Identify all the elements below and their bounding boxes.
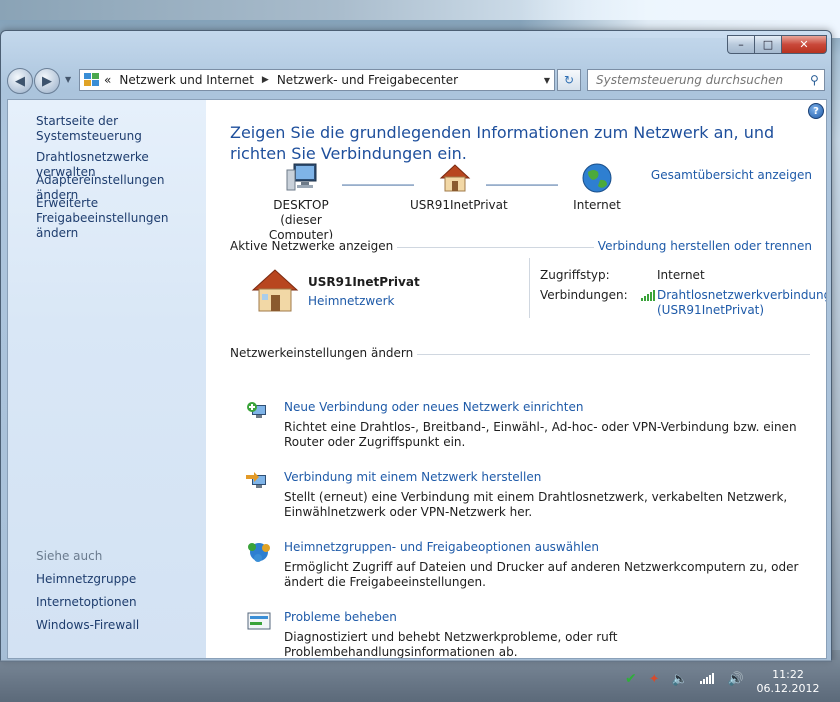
search-input[interactable] (594, 72, 808, 88)
back-arrow-icon: ◀ (15, 73, 25, 89)
recent-pages-dropdown-icon[interactable]: ▼ (65, 75, 71, 84)
sidebar-homegroup-link[interactable]: Heimnetzgruppe (36, 572, 136, 587)
active-networks-title: Aktive Netzwerke anzeigen (230, 239, 398, 253)
troubleshoot-link[interactable]: Probleme beheben (284, 610, 397, 624)
troubleshoot-desc: Diagnostiziert und behebt Netzwerkproble… (284, 630, 618, 659)
sidebar-advanced-sharing-link-line2[interactable]: Freigabeeinstellungen ändern (36, 211, 206, 241)
access-type-label: Zugriffstyp: (540, 268, 610, 282)
home-network-icon (251, 269, 299, 312)
control-panel-window: – □ ✕ ◀ ▶ ▼ « Netzwerk und Internet ▶ Ne… (0, 30, 832, 662)
map-link-line (486, 184, 558, 186)
map-internet-name: Internet (573, 198, 621, 212)
breadcrumb-chevron-icon[interactable]: ▶ (262, 75, 269, 85)
network-center-icon (84, 73, 100, 87)
address-bar[interactable]: « Netzwerk und Internet ▶ Netzwerk- und … (79, 69, 555, 91)
breadcrumb-network-internet[interactable]: Netzwerk und Internet (119, 73, 254, 87)
connect-network-desc: Stellt (erneut) eine Verbindung mit eine… (284, 490, 788, 519)
address-prefix[interactable]: « (104, 73, 111, 87)
globe-icon (582, 163, 612, 193)
speaker-icon[interactable]: 🔊 (728, 672, 744, 687)
wireless-connection-link-ssid[interactable]: (USR91InetPrivat) (657, 303, 764, 318)
action-center-icon[interactable]: ✔ (625, 671, 637, 687)
new-connection-desc: Richtet eine Drahtlos-, Breitband-, Einw… (284, 420, 797, 449)
full-map-link[interactable]: Gesamtübersicht anzeigen (651, 168, 812, 182)
sidebar: Startseite der Systemsteuerung Drahtlosn… (8, 100, 206, 658)
computer-icon (286, 163, 317, 191)
caption-buttons: – □ ✕ (727, 35, 827, 54)
map-network-name: USR91InetPrivat (410, 198, 508, 212)
sidebar-advanced-sharing-link[interactable]: Erweiterte (36, 196, 98, 211)
map-computer-node[interactable]: DESKTOP (dieser Computer) (256, 162, 346, 243)
home-network-icon (439, 164, 471, 192)
see-also-header: Siehe auch (36, 549, 103, 563)
clock-time: 11:22 (772, 668, 804, 681)
back-button[interactable]: ◀ (7, 68, 33, 94)
homegroup-sharing-desc: Ermöglicht Zugriff auf Dateien und Druck… (284, 560, 799, 589)
new-connection-icon (247, 402, 266, 418)
sidebar-firewall-link[interactable]: Windows-Firewall (36, 618, 139, 633)
signal-strength-icon (641, 290, 655, 301)
connect-network-link[interactable]: Verbindung mit einem Netzwerk herstellen (284, 470, 541, 484)
troubleshoot-icon (247, 612, 271, 630)
content-pane: Startseite der Systemsteuerung Drahtlosn… (7, 99, 827, 659)
taskbar: ✔ ✦ 🔈 🔊 11:22 06.12.2012 (0, 660, 840, 702)
forward-button[interactable]: ▶ (34, 68, 60, 94)
homegroup-icon (248, 543, 270, 562)
map-internet-node[interactable]: Internet (552, 162, 642, 213)
new-connection-link[interactable]: Neue Verbindung oder neues Netzwerk einr… (284, 400, 583, 414)
homegroup-sharing-link[interactable]: Heimnetzgruppen- und Freigabeoptionen au… (284, 540, 599, 554)
network-type-link[interactable]: Heimnetzwerk (308, 294, 395, 308)
map-network-node[interactable]: USR91InetPrivat (410, 162, 508, 213)
help-icon[interactable]: ? (808, 103, 824, 119)
close-button[interactable]: ✕ (781, 35, 827, 54)
main-content: ? Zeigen Sie die grundlegenden Informati… (206, 100, 826, 658)
tray-app-icon[interactable]: ✦ (649, 672, 660, 687)
forward-arrow-icon: ▶ (42, 73, 52, 89)
refresh-icon: ↻ (563, 73, 575, 87)
access-type-value: Internet (657, 268, 705, 282)
connections-label: Verbindungen: (540, 288, 628, 302)
page-title: Zeigen Sie die grundlegenden Information… (230, 123, 775, 163)
clock-date: 06.12.2012 (756, 682, 820, 695)
settings-title: Netzwerkeinstellungen ändern (230, 346, 418, 360)
vertical-divider (529, 258, 530, 318)
connect-disconnect-link[interactable]: Verbindung herstellen oder trennen (593, 239, 812, 253)
sidebar-home-link[interactable]: Startseite der Systemsteuerung (36, 114, 206, 144)
volume-warning-icon[interactable]: 🔈 (672, 672, 688, 687)
map-link-line (342, 184, 414, 186)
address-dropdown-icon[interactable]: ▼ (540, 76, 554, 85)
wireless-connection-link[interactable]: Drahtlosnetzwerkverbindung (657, 288, 826, 303)
map-computer-name: DESKTOP (273, 198, 329, 212)
active-network-name: USR91InetPrivat (308, 275, 420, 289)
sidebar-internet-options-link[interactable]: Internetoptionen (36, 595, 137, 610)
clock[interactable]: 11:22 06.12.2012 (756, 668, 820, 696)
breadcrumb-network-center[interactable]: Netzwerk- und Freigabecenter (277, 73, 458, 87)
search-box[interactable]: ⚲ (587, 69, 825, 91)
search-icon[interactable]: ⚲ (810, 73, 819, 87)
minimize-button[interactable]: – (727, 35, 755, 54)
navigation-bar: ◀ ▶ ▼ « Netzwerk und Internet ▶ Netzwerk… (7, 67, 825, 94)
system-tray: ✔ ✦ 🔈 🔊 (625, 671, 756, 687)
maximize-button[interactable]: □ (754, 35, 782, 54)
refresh-button[interactable]: ↻ (557, 69, 581, 91)
connect-network-icon (246, 472, 266, 488)
network-signal-icon[interactable] (699, 672, 716, 687)
